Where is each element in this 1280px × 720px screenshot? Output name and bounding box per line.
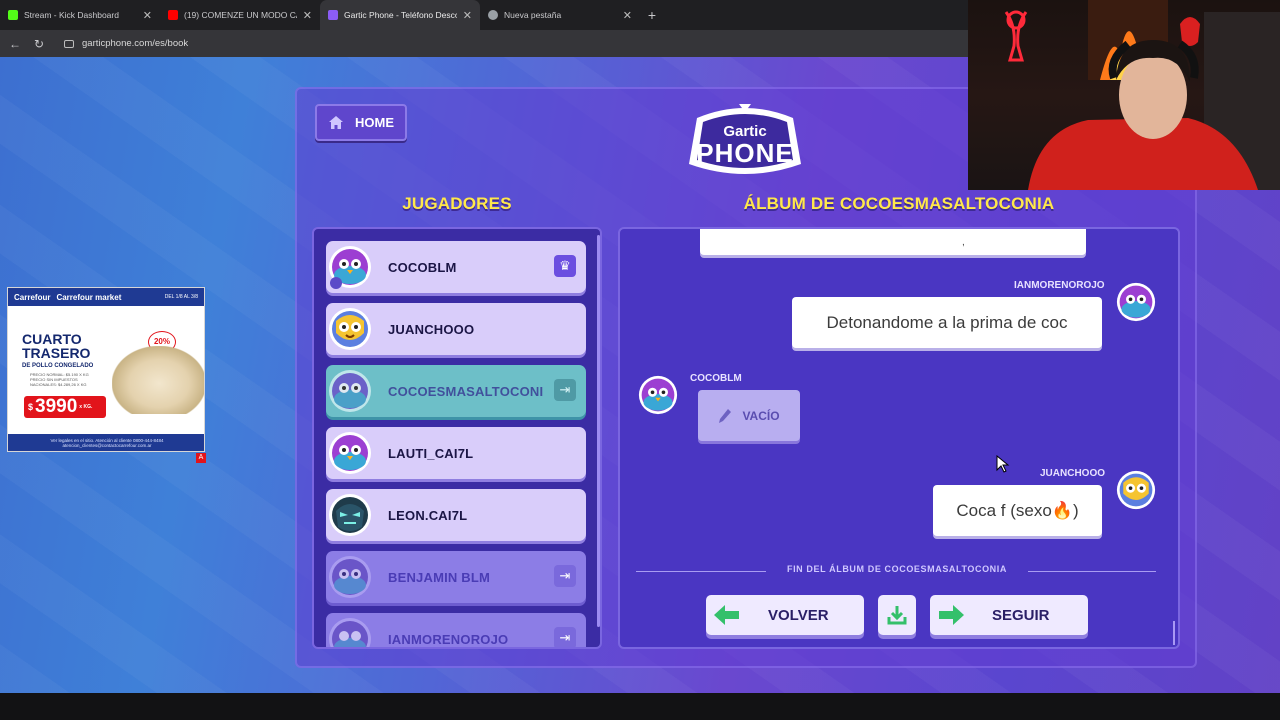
pencil-icon <box>719 408 732 423</box>
gartic-icon <box>328 10 338 20</box>
house-icon <box>329 116 343 129</box>
home-button[interactable]: HOME <box>315 104 407 141</box>
url-text: garticphone.com/es/book <box>82 38 189 49</box>
entry-username: IANMORENOROJO <box>1014 280 1105 291</box>
album-entry-partial: , <box>700 229 1086 255</box>
ad-date: DEL 1/8 AL 3/8 <box>164 294 198 300</box>
album-end-text: FIN DEL ÁLBUM DE COCOESMASALTOCONIA <box>766 564 1028 574</box>
album-panel: , IANMORENOROJO Detonandome a la prima d… <box>618 227 1180 649</box>
ad-brand: Carrefour <box>14 292 51 302</box>
partial-text: , <box>962 237 965 248</box>
player-avatar <box>329 246 371 289</box>
player-name: COCOESMASALTOCONI <box>388 383 544 399</box>
next-label: SEGUIR <box>992 606 1050 624</box>
player-card[interactable]: LAUTI_CAI7L <box>326 427 586 479</box>
close-icon[interactable]: ✕ <box>303 9 312 22</box>
ad-brand-2: Carrefour market <box>56 292 122 302</box>
entry-username: JUANCHOOO <box>1040 468 1106 479</box>
player-avatar <box>329 494 371 536</box>
entry-avatar <box>1116 282 1156 322</box>
crown-icon: ♛ <box>554 255 576 277</box>
players-scrollbar[interactable] <box>597 235 600 627</box>
ad-subtitle: DE POLLO CONGELADO <box>22 363 94 369</box>
tab-label: Stream - Kick Dashboard <box>24 10 119 20</box>
mouse-cursor-icon <box>996 455 1010 473</box>
next-button[interactable]: SEGUIR <box>930 595 1088 635</box>
ad-choices-icon[interactable]: A <box>196 453 206 463</box>
tab-label: Nueva pestaña <box>504 10 562 20</box>
url-field[interactable]: garticphone.com/es/book <box>64 38 188 49</box>
new-tab-button[interactable]: + <box>640 0 664 30</box>
player-name: LAUTI_CAI7L <box>388 445 474 461</box>
home-label: HOME <box>355 115 394 130</box>
tab-kick-dashboard[interactable]: Stream - Kick Dashboard ✕ <box>0 0 160 30</box>
player-name: JUANCHOOO <box>388 321 475 337</box>
ad-price: $3990 x KG. <box>24 396 106 418</box>
youtube-icon <box>168 10 178 20</box>
players-title: JUGADORES <box>402 194 512 213</box>
tab-new-tab[interactable]: Nueva pestaña ✕ <box>480 0 640 30</box>
ad-title: CUARTO TRASERO <box>22 331 91 361</box>
player-avatar <box>329 370 371 412</box>
player-name: LEON.CAI7L <box>388 507 468 523</box>
bottom-bar <box>0 693 1280 720</box>
carrefour-ad[interactable]: Carrefour Carrefour market DEL 1/8 AL 3/… <box>7 287 205 452</box>
player-card[interactable]: LEON.CAI7L <box>326 489 586 541</box>
entry-username: COCOBLM <box>690 373 742 384</box>
player-card-current[interactable]: COCOESMASALTOCONI ⇥ <box>326 365 586 417</box>
player-avatar <box>329 432 371 474</box>
player-avatar <box>329 618 371 647</box>
gartic-phone-logo: Gartic PHONE <box>689 104 801 174</box>
site-info-icon[interactable] <box>64 39 74 48</box>
tab-gartic-phone[interactable]: Gartic Phone - Teléfono Descon ✕ <box>320 0 480 30</box>
arrow-right-icon <box>939 605 964 625</box>
tab-label: Gartic Phone - Teléfono Descon <box>344 10 457 20</box>
arrow-left-icon <box>714 605 739 625</box>
players-panel: COCOBLM ♛ JUANCHOOO COCOESMASALTOCONI ⇥ … <box>312 227 602 649</box>
player-name: COCOBLM <box>388 259 457 275</box>
reload-icon[interactable]: ↻ <box>32 37 46 51</box>
exit-icon[interactable]: ⇥ <box>554 379 576 401</box>
tab-youtube[interactable]: (19) COMENZE UN MODO CA ✕ <box>160 0 320 30</box>
download-icon <box>887 606 907 625</box>
entry-avatar <box>638 375 678 415</box>
webcam-image <box>1004 0 1280 190</box>
globe-icon <box>488 10 498 20</box>
close-icon[interactable]: ✕ <box>143 9 152 22</box>
back-label: VOLVER <box>768 606 829 624</box>
exit-icon[interactable]: ⇥ <box>554 627 576 647</box>
download-button[interactable] <box>878 595 916 635</box>
tab-label: (19) COMENZE UN MODO CA <box>184 10 297 20</box>
empty-drawing: VACÍO <box>698 390 800 441</box>
back-arrow-icon[interactable]: ← <box>8 37 22 51</box>
close-icon[interactable]: ✕ <box>623 9 632 22</box>
back-button[interactable]: VOLVER <box>706 595 864 635</box>
player-avatar <box>329 556 371 598</box>
player-card[interactable]: BENJAMIN BLM ⇥ <box>326 551 586 603</box>
player-avatar <box>329 308 371 350</box>
empty-label: VACÍO <box>742 408 780 423</box>
close-icon[interactable]: ✕ <box>463 9 472 22</box>
exit-icon[interactable]: ⇥ <box>554 565 576 587</box>
album-title: ÁLBUM DE COCOESMASALTOCONIA <box>743 194 1055 213</box>
album-scrollbar[interactable] <box>1173 621 1175 645</box>
ad-footer: Ver legales en el sitio. Atención al cli… <box>8 434 204 451</box>
entry-text-bubble: Detonandome a la prima de coc <box>792 297 1102 348</box>
ad-header: Carrefour Carrefour market DEL 1/8 AL 3/… <box>8 288 204 306</box>
player-card[interactable]: COCOBLM ♛ <box>326 241 586 293</box>
logo-bottom-text: PHONE <box>696 138 793 168</box>
entry-avatar <box>1116 470 1156 510</box>
player-name: BENJAMIN BLM <box>388 569 491 585</box>
entry-text-bubble: Coca f (sexo🔥) <box>933 485 1102 536</box>
player-card[interactable]: IANMORENOROJO ⇥ <box>326 613 586 647</box>
kick-icon <box>8 10 18 20</box>
webcam-overlay <box>968 0 1280 190</box>
player-card[interactable]: JUANCHOOO <box>326 303 586 355</box>
player-name: IANMORENOROJO <box>388 631 509 647</box>
ad-price-value: 3990 <box>35 396 78 417</box>
ad-fine-print: PRECIO NORMAL: $5.190 X KG PRECIO SIN IM… <box>30 372 89 387</box>
ad-price-unit: x KG. <box>79 404 93 410</box>
ad-product-image <box>112 346 204 414</box>
